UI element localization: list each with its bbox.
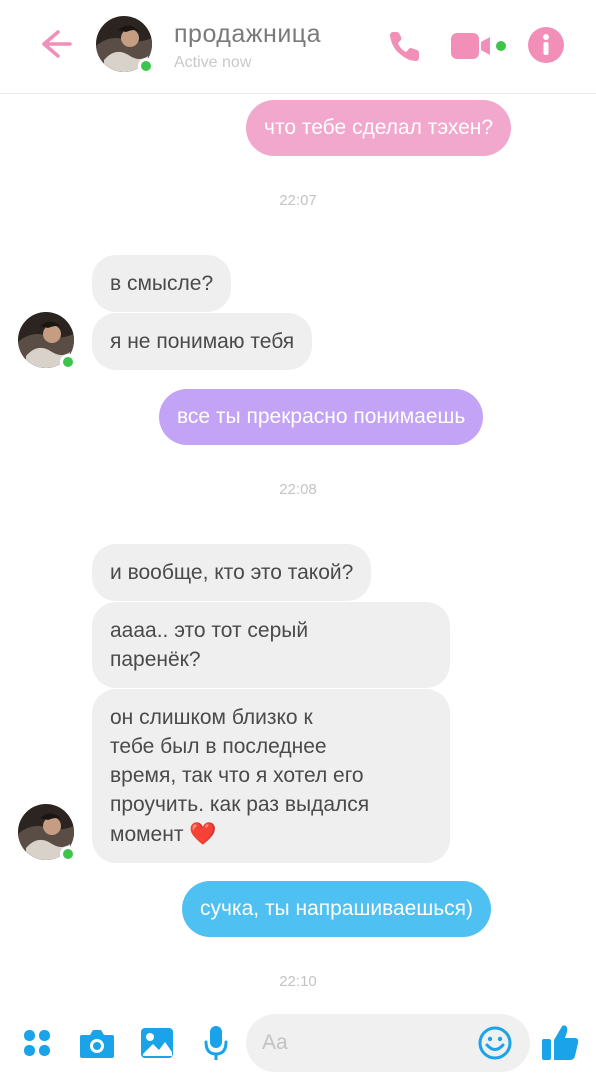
message-line: паренёк?: [110, 648, 201, 671]
timestamp: 22:10: [279, 973, 317, 990]
contact-name[interactable]: продажница: [174, 20, 321, 49]
sender-avatar[interactable]: [18, 804, 76, 862]
camera-icon[interactable]: [78, 1026, 116, 1060]
message-line-text: момент: [110, 823, 184, 846]
apps-icon[interactable]: [22, 1028, 52, 1058]
message-line: момент ❤️: [110, 819, 432, 849]
outgoing-message[interactable]: что тебе сделал тэхен?: [246, 100, 512, 156]
microphone-icon[interactable]: [202, 1024, 230, 1064]
timestamp: 22:07: [279, 192, 317, 209]
online-indicator: [138, 58, 154, 74]
gallery-icon[interactable]: [139, 1026, 175, 1060]
chat-header: продажница Active now: [0, 0, 596, 94]
message-line: время, так что я хотел его: [110, 764, 364, 787]
contact-avatar[interactable]: [96, 16, 154, 74]
phone-icon[interactable]: [384, 26, 424, 66]
message-line: тебе был в последнее: [110, 735, 327, 758]
incoming-message[interactable]: в смысле?: [92, 255, 232, 312]
thumbs-up-icon[interactable]: [540, 1022, 580, 1062]
online-indicator: [60, 846, 76, 862]
incoming-message[interactable]: и вообще, кто это такой?: [92, 544, 372, 601]
incoming-message[interactable]: он слишком близко к тебе был в последнее…: [92, 689, 450, 863]
outgoing-message[interactable]: сучка, ты напрашиваешься): [182, 881, 491, 937]
message-composer: Aa: [0, 1008, 596, 1080]
outgoing-message[interactable]: все ты прекрасно понимаешь: [159, 389, 484, 445]
incoming-message[interactable]: аааа.. это тот серый паренёк?: [92, 602, 450, 688]
contact-status: Active now: [174, 54, 252, 71]
incoming-message[interactable]: я не понимаю тебя: [92, 313, 313, 370]
timestamp: 22:08: [279, 481, 317, 498]
online-indicator: [60, 354, 76, 370]
heart-emoji: ❤️: [189, 821, 217, 846]
sender-avatar[interactable]: [18, 312, 76, 370]
message-line: аааа.. это тот серый: [110, 619, 309, 642]
message-line: проучить. как раз выдался: [110, 793, 370, 816]
back-arrow-icon[interactable]: [34, 24, 74, 64]
message-input[interactable]: Aa: [246, 1014, 530, 1072]
emoji-icon[interactable]: [478, 1026, 512, 1060]
video-camera-icon[interactable]: [448, 26, 510, 66]
message-line: он слишком близко к: [110, 706, 313, 729]
message-input-placeholder: Aa: [262, 1031, 288, 1054]
info-icon[interactable]: [527, 26, 565, 64]
